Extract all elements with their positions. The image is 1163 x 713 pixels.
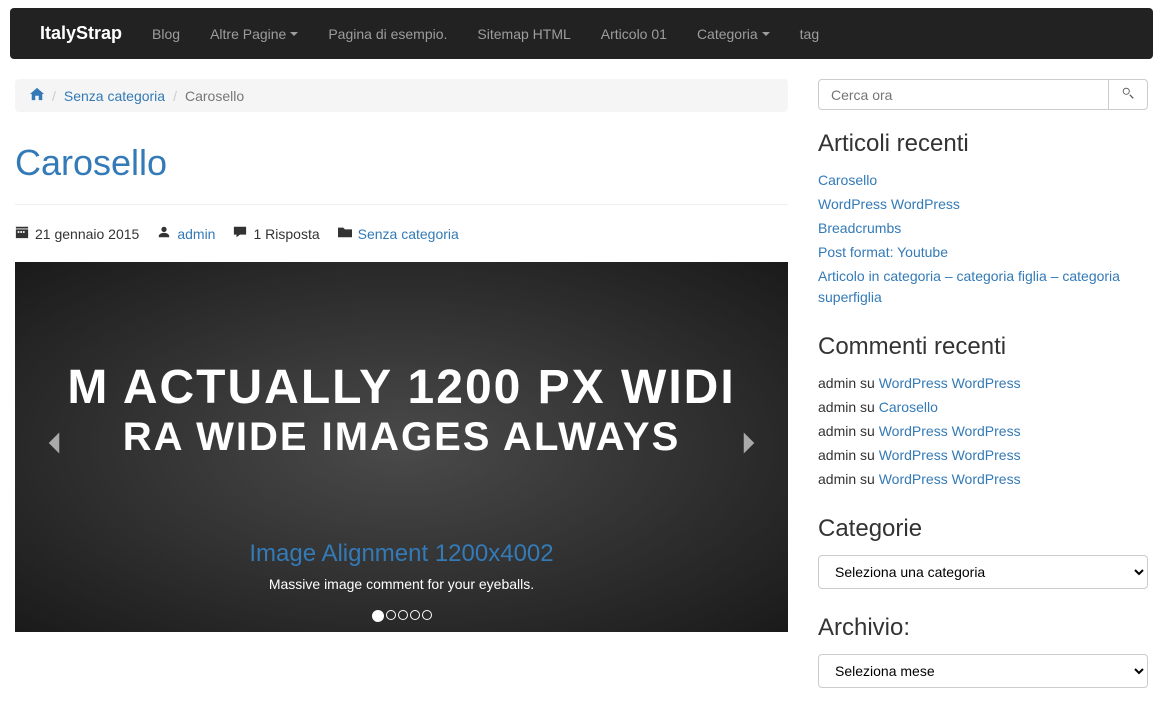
archive-select[interactable]: Seleziona mese [818,654,1148,688]
carousel-caption: Image Alignment 1200x4002 Massive image … [15,540,788,592]
post-comments: 1 Risposta [253,226,319,242]
chevron-left-icon [40,431,68,464]
search-input[interactable] [818,79,1109,110]
comment-author: admin [818,471,856,487]
widget-recent-comments: Commenti recenti admin su WordPress Word… [818,333,1148,490]
nav-tag[interactable]: tag [785,11,834,57]
post-date: 21 gennaio 2015 [35,226,139,242]
carousel: M ACTUALLY 1200 PX WIDI RA WIDE IMAGES A… [15,262,788,632]
breadcrumb-category[interactable]: Senza categoria [64,88,165,104]
comment-author: admin [818,423,856,439]
carousel-caption-text: Massive image comment for your eyeballs. [15,576,788,592]
carousel-prev[interactable] [30,419,78,475]
nav-articolo-01[interactable]: Articolo 01 [586,11,682,57]
comment-author: admin [818,399,856,415]
widget-categories: Categorie Seleziona una categoria [818,515,1148,589]
comment-post-link[interactable]: WordPress WordPress [879,471,1021,487]
carousel-indicator-1[interactable] [372,610,384,622]
sidebar: Articoli recenti Carosello WordPress Wor… [818,79,1148,713]
divider [15,204,788,205]
carousel-indicator-2[interactable] [386,610,396,620]
breadcrumb: Senza categoria Carosello [15,79,788,112]
comment-post-link[interactable]: WordPress WordPress [879,447,1021,463]
folder-icon [338,225,352,242]
post-meta: 21 gennaio 2015 admin 1 Risposta Senza c… [15,225,788,242]
nav-blog[interactable]: Blog [137,11,195,57]
nav-menu: Blog Altre Pagine Pagina di esempio. Sit… [137,11,834,57]
comment-author: admin [818,375,856,391]
search-form [818,79,1148,110]
recent-post-link[interactable]: WordPress WordPress [818,196,960,212]
navbar: ItalyStrap Blog Altre Pagine Pagina di e… [10,8,1153,59]
breadcrumb-home[interactable] [30,87,44,104]
carousel-indicator-3[interactable] [398,610,408,620]
post-category[interactable]: Senza categoria [358,226,459,242]
carousel-image-text: M ACTUALLY 1200 PX WIDI RA WIDE IMAGES A… [15,360,788,460]
carousel-next[interactable] [725,419,773,475]
widget-recent-posts: Articoli recenti Carosello WordPress Wor… [818,130,1148,308]
post-author[interactable]: admin [177,226,215,242]
nav-altre-pagine[interactable]: Altre Pagine [195,11,313,57]
page-title: Carosello [15,142,788,184]
carousel-indicator-5[interactable] [422,610,432,620]
widget-title: Archivio: [818,614,1148,642]
comment-author: admin [818,447,856,463]
calendar-icon [15,225,29,242]
comment-post-link[interactable]: WordPress WordPress [879,423,1021,439]
carousel-indicator-4[interactable] [410,610,420,620]
widget-title: Categorie [818,515,1148,543]
breadcrumb-current: Carosello [165,88,244,104]
recent-post-link[interactable]: Articolo in categoria – categoria figlia… [818,268,1120,305]
nav-pagina-esempio[interactable]: Pagina di esempio. [313,11,462,57]
comment-icon [233,225,247,242]
chevron-right-icon [735,431,763,464]
chevron-down-icon [762,32,770,36]
nav-categoria[interactable]: Categoria [682,11,785,57]
user-icon [157,225,171,242]
comment-post-link[interactable]: Carosello [879,399,938,415]
recent-post-link[interactable]: Breadcrumbs [818,220,901,236]
chevron-down-icon [290,32,298,36]
widget-title: Commenti recenti [818,333,1148,361]
category-select[interactable]: Seleziona una categoria [818,555,1148,589]
search-button[interactable] [1109,79,1148,110]
carousel-indicators [372,610,432,622]
widget-title: Articoli recenti [818,130,1148,158]
comment-post-link[interactable]: WordPress WordPress [879,375,1021,391]
nav-sitemap[interactable]: Sitemap HTML [462,11,585,57]
recent-post-link[interactable]: Carosello [818,172,877,188]
home-icon [30,88,44,104]
carousel-caption-title: Image Alignment 1200x4002 [15,540,788,568]
brand-link[interactable]: ItalyStrap [25,8,137,59]
widget-archive: Archivio: Seleziona mese [818,614,1148,688]
search-icon [1121,88,1135,103]
main-content: Senza categoria Carosello Carosello 21 g… [15,79,788,713]
recent-post-link[interactable]: Post format: Youtube [818,244,948,260]
